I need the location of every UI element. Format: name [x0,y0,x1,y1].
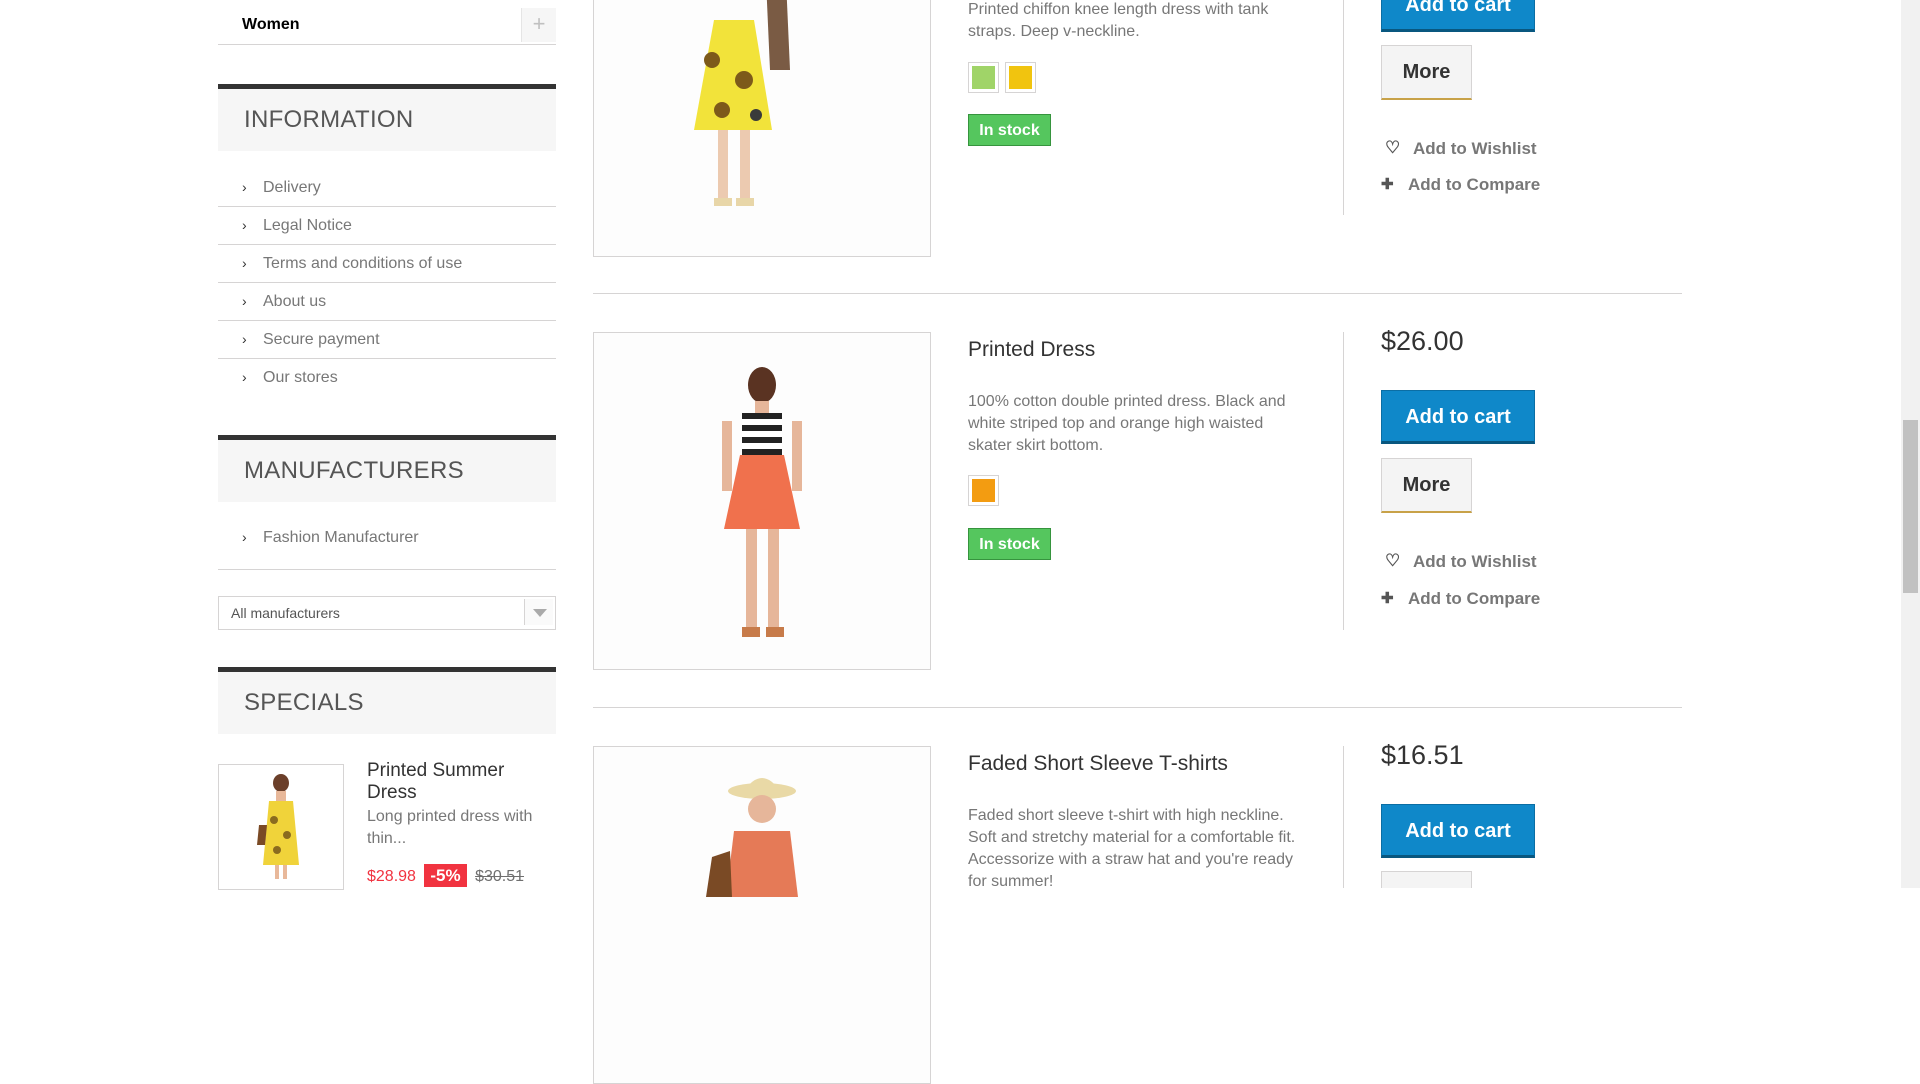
dress-image [219,765,343,889]
info-link[interactable]: Terms and conditions of use [263,255,462,273]
divider [1343,0,1344,215]
wishlist-label[interactable]: Add to Wishlist [1413,552,1537,572]
manufacturer-select[interactable]: All manufacturers [218,596,556,630]
scrollbar-thumb[interactable] [1903,420,1918,593]
manufacturers-title: MANUFACTURERS [244,457,464,484]
special-product-image[interactable] [218,764,344,890]
specials-title: SPECIALS [244,689,364,716]
color-swatch[interactable] [968,475,999,506]
special-product-desc: Long printed dress with thin... [367,808,533,847]
add-to-cart-button[interactable]: Add to cart [1381,804,1535,858]
manufacturers-block-title: MANUFACTURERS [218,435,556,502]
special-prices: $28.98 -5% $30.51 [367,864,525,887]
discount-badge: -5% [424,864,467,887]
info-item-legal-notice[interactable]: › Legal Notice [218,207,556,245]
info-link[interactable]: Our stores [263,369,338,387]
information-title: INFORMATION [244,106,414,133]
product-separator [593,707,1682,708]
heart-icon: ♡ [1385,551,1401,570]
info-link[interactable]: Secure payment [263,331,380,349]
page: Women + INFORMATION › Delivery › Legal N… [0,0,1920,1084]
color-swatch[interactable] [968,62,999,93]
chevron-right-icon: › [242,179,247,195]
compare-label[interactable]: Add to Compare [1408,589,1540,609]
chevron-right-icon: › [242,255,247,271]
product-image[interactable] [593,332,931,670]
product-price: $16.51 [1381,740,1464,770]
product-image[interactable] [593,0,931,257]
more-button[interactable] [1381,871,1472,888]
info-link[interactable]: About us [263,293,326,311]
color-swatch[interactable] [1005,62,1036,93]
printed-dress-image [594,333,930,669]
add-to-cart-button[interactable]: Add to cart [1381,390,1535,444]
information-block-title: INFORMATION [218,84,556,151]
chevron-down-icon[interactable] [524,599,553,625]
divider [1343,746,1344,888]
divider [1343,332,1344,630]
more-button[interactable]: More [1381,45,1472,100]
special-price-new: $28.98 [367,868,416,885]
manufacturer-item[interactable]: › Fashion Manufacturer [218,523,556,570]
product-name[interactable]: Printed Dress [968,338,1095,362]
compare-label[interactable]: Add to Compare [1408,175,1540,195]
chevron-right-icon: › [242,369,247,385]
product-price: $26.00 [1381,326,1464,356]
yellow-dress-image [594,0,930,256]
wishlist-label[interactable]: Add to Wishlist [1413,139,1537,159]
plus-icon: ✚ [1381,590,1394,607]
product-description: 100% cotton double printed dress. Black … [968,393,1286,454]
info-item-about-us[interactable]: › About us [218,283,556,321]
more-button[interactable]: More [1381,458,1472,513]
product-separator [593,293,1682,294]
heart-icon: ♡ [1385,138,1401,157]
product-name[interactable]: Faded Short Sleeve T-shirts [968,752,1228,776]
stock-badge: In stock [968,114,1051,146]
product-image[interactable] [593,746,931,1084]
special-product-name[interactable]: Printed Summer Dress [367,760,547,804]
expand-plus-icon[interactable]: + [521,8,556,42]
chevron-right-icon: › [242,529,247,545]
chevron-right-icon: › [242,331,247,347]
info-item-terms[interactable]: › Terms and conditions of use [218,245,556,283]
info-link[interactable]: Delivery [263,179,321,197]
product-description: Faded short sleeve t-shirt with high nec… [968,807,1296,890]
tshirt-image [594,747,930,1083]
manufacturer-link[interactable]: Fashion Manufacturer [263,529,419,547]
info-item-delivery[interactable]: › Delivery [218,169,556,207]
category-item-women[interactable]: Women + [218,8,556,45]
chevron-right-icon: › [242,293,247,309]
plus-icon: ✚ [1381,176,1394,193]
specials-block-title: SPECIALS [218,667,556,734]
stock-badge: In stock [968,528,1051,560]
category-label[interactable]: Women [242,16,299,34]
info-item-secure-payment[interactable]: › Secure payment [218,321,556,359]
info-link[interactable]: Legal Notice [263,217,352,235]
product-description: Printed chiffon knee length dress with t… [968,1,1269,40]
special-price-old: $30.51 [475,868,525,885]
chevron-right-icon: › [242,217,247,233]
select-value: All manufacturers [231,605,340,621]
info-item-our-stores[interactable]: › Our stores [218,359,556,396]
information-list: › Delivery › Legal Notice › Terms and co… [218,169,556,396]
add-to-cart-button[interactable]: Add to cart [1381,0,1535,32]
